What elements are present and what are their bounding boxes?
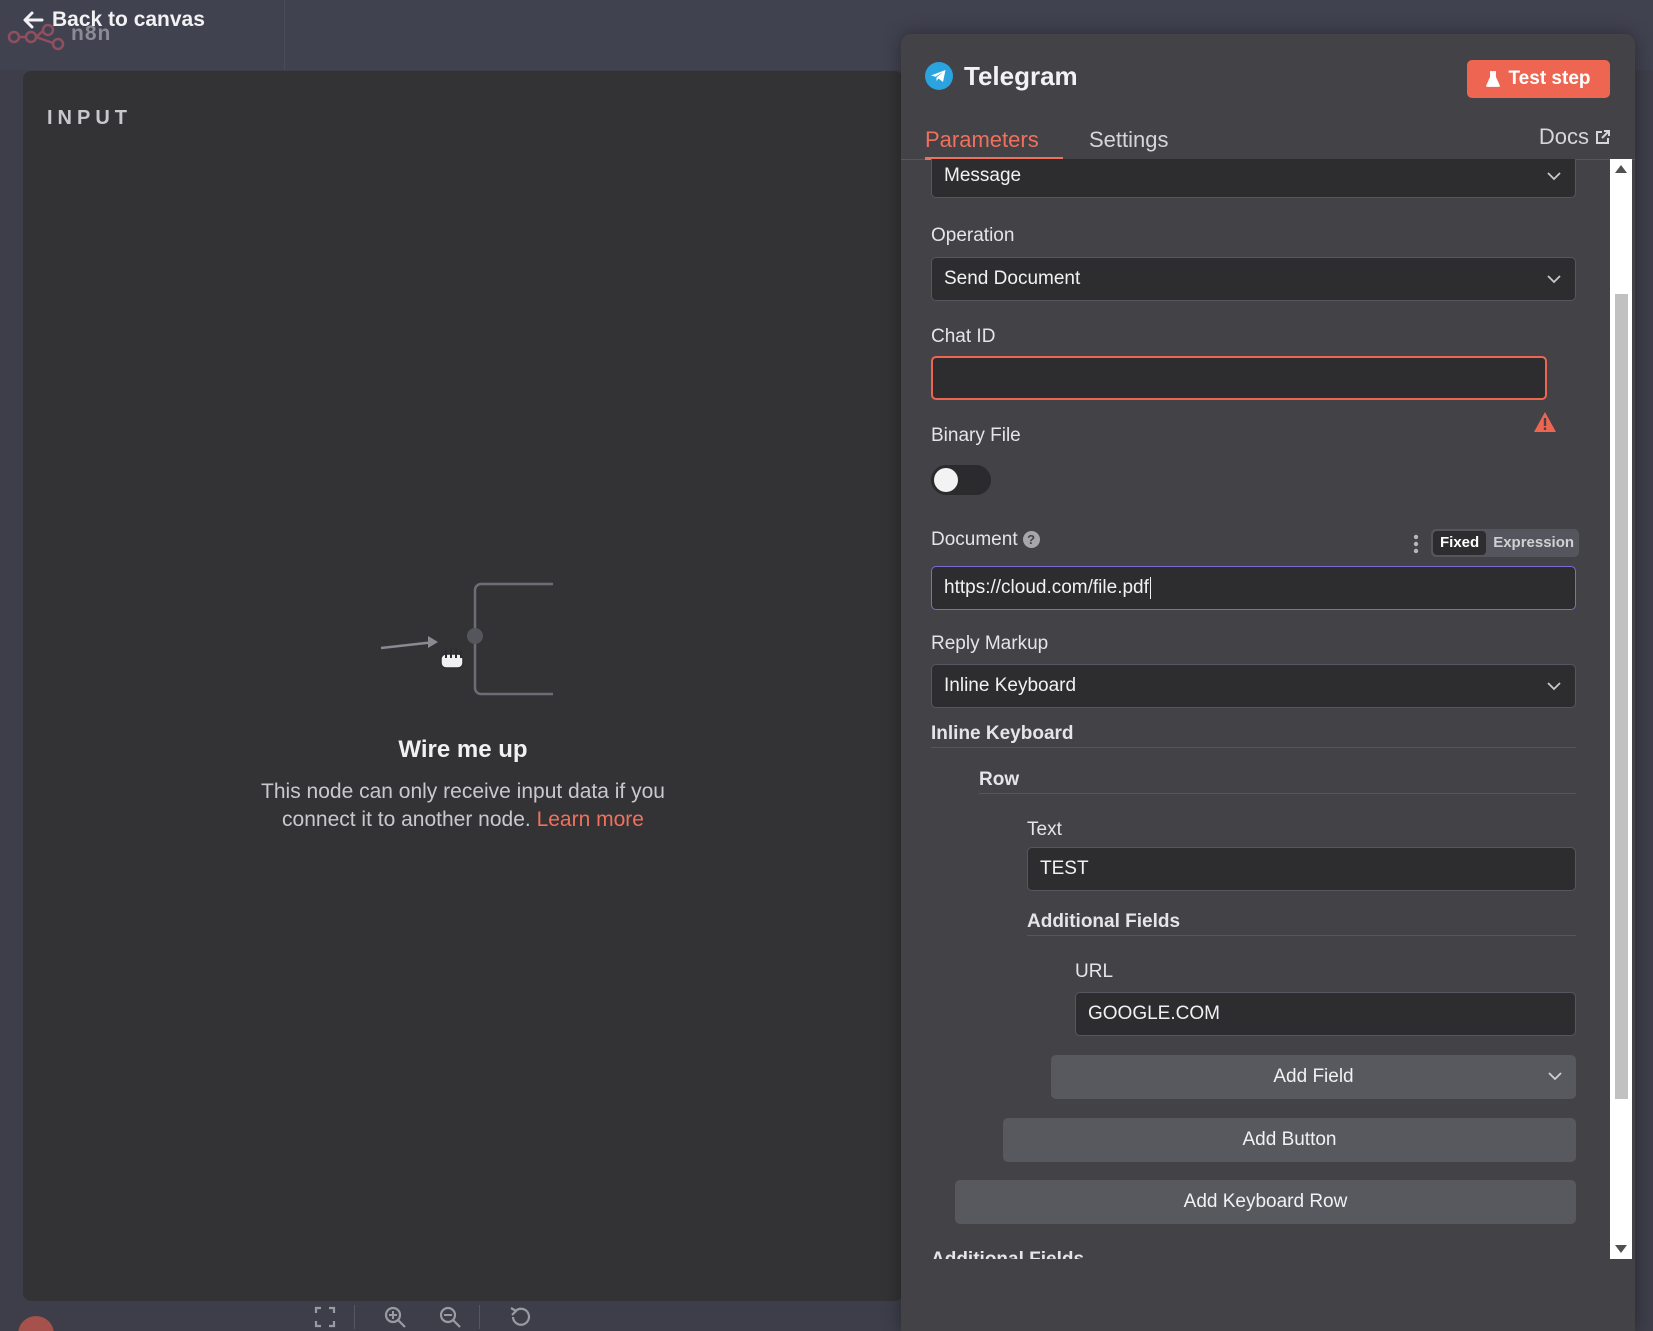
- mode-expression[interactable]: Expression: [1486, 531, 1581, 555]
- resource-select[interactable]: Message: [931, 159, 1576, 198]
- url-value: GOOGLE.COM: [1088, 1003, 1220, 1024]
- button-text-value: TEST: [1040, 858, 1089, 879]
- inline-keyboard-label: Inline Keyboard: [931, 723, 1074, 744]
- test-step-button[interactable]: Test step: [1467, 60, 1610, 98]
- tab-parameters[interactable]: Parameters: [925, 114, 1063, 160]
- node-header: Telegram Test step: [901, 34, 1635, 114]
- reply-markup-label: Reply Markup: [931, 633, 1049, 654]
- toolbar-divider: [354, 1305, 355, 1329]
- add-keyboard-row-button[interactable]: Add Keyboard Row: [955, 1180, 1576, 1224]
- warning-icon: [1534, 412, 1556, 432]
- more-options-icon[interactable]: [1413, 534, 1419, 554]
- add-keyboard-row-label: Add Keyboard Row: [1183, 1191, 1348, 1212]
- document-input[interactable]: https://cloud.com/file.pdf: [931, 566, 1576, 610]
- operation-value: Send Document: [944, 268, 1081, 289]
- empty-state-description: This node can only receive input data if…: [223, 778, 703, 834]
- mode-fixed[interactable]: Fixed: [1433, 531, 1487, 555]
- operation-select[interactable]: Send Document: [931, 257, 1576, 301]
- text-caret: [1149, 577, 1151, 599]
- add-button-button[interactable]: Add Button: [1003, 1118, 1576, 1162]
- button-text-input[interactable]: TEST: [1027, 847, 1576, 891]
- back-to-canvas-label: Back to canvas: [52, 8, 205, 31]
- help-icon[interactable]: ?: [1022, 531, 1040, 548]
- add-button-label: Add Button: [1242, 1129, 1337, 1150]
- scroll-down-icon[interactable]: [1615, 1245, 1627, 1253]
- operation-label: Operation: [931, 225, 1015, 246]
- url-input[interactable]: GOOGLE.COM: [1075, 992, 1576, 1036]
- section-divider: [931, 747, 1576, 748]
- avatar[interactable]: [18, 1316, 54, 1331]
- binary-file-label: Binary File: [931, 425, 1021, 446]
- node-tabs: Parameters Settings Docs: [901, 114, 1635, 160]
- add-field-label: Add Field: [1273, 1066, 1354, 1087]
- chevron-down-icon: [1547, 172, 1561, 181]
- node-details-panel: Telegram Test step Parameters Settings D…: [901, 34, 1635, 1331]
- docs-label: Docs: [1538, 124, 1589, 149]
- telegram-icon: [925, 62, 953, 90]
- fixed-expression-toggle: Fixed Expression: [1431, 529, 1579, 557]
- learn-more-link[interactable]: Learn more: [537, 808, 644, 831]
- node-title: Telegram: [964, 61, 1078, 91]
- zoom-out-icon[interactable]: [435, 1303, 465, 1331]
- section-divider: [1027, 935, 1576, 936]
- canvas-toolbar: [285, 1303, 905, 1331]
- wire-illustration-icon: [380, 582, 553, 696]
- reply-markup-select[interactable]: Inline Keyboard: [931, 664, 1576, 708]
- parameters-content: Message Operation Send Document Chat ID …: [901, 159, 1607, 1259]
- text-label: Text: [1027, 819, 1062, 840]
- test-step-label: Test step: [1508, 68, 1591, 89]
- additional-fields-label: Additional Fields: [1027, 911, 1181, 932]
- section-divider: [979, 793, 1576, 794]
- docs-link[interactable]: Docs: [1539, 114, 1611, 160]
- additional-fields-bottom-label: Additional Fields: [931, 1249, 1084, 1259]
- chevron-down-icon: [1547, 275, 1561, 284]
- scroll-up-icon[interactable]: [1615, 165, 1627, 173]
- toolbar-divider: [479, 1305, 480, 1329]
- reset-zoom-icon[interactable]: [505, 1303, 535, 1331]
- input-panel-title: INPUT: [47, 107, 132, 129]
- chat-id-input[interactable]: [931, 356, 1547, 400]
- external-link-icon: [1596, 130, 1610, 144]
- resource-value: Message: [944, 165, 1022, 186]
- chevron-down-icon: [1548, 1072, 1562, 1081]
- fit-view-icon[interactable]: [310, 1303, 340, 1331]
- document-label-row: Document?: [931, 529, 1040, 551]
- canvas-divider: [284, 0, 285, 70]
- input-panel: INPUT Wire me up This node can only rece…: [23, 71, 903, 1301]
- document-value: https://cloud.com/file.pdf: [944, 577, 1149, 598]
- url-label: URL: [1075, 961, 1114, 982]
- binary-file-toggle[interactable]: [931, 465, 991, 495]
- chat-id-label: Chat ID: [931, 326, 996, 347]
- row-label: Row: [979, 769, 1020, 790]
- document-label: Document: [931, 529, 1018, 550]
- flask-icon: [1486, 70, 1501, 87]
- back-to-canvas-link[interactable]: Back to canvas: [22, 6, 205, 34]
- chevron-down-icon: [1547, 682, 1561, 691]
- add-field-button[interactable]: Add Field: [1051, 1055, 1576, 1099]
- tab-settings[interactable]: Settings: [1089, 114, 1169, 160]
- toggle-knob: [934, 468, 958, 492]
- empty-state-title: Wire me up: [398, 736, 528, 763]
- scrollbar-thumb[interactable]: [1615, 294, 1628, 1099]
- reply-markup-value: Inline Keyboard: [944, 675, 1077, 696]
- zoom-in-icon[interactable]: [380, 1303, 410, 1331]
- parameters-scrollbar[interactable]: [1610, 159, 1632, 1259]
- arrow-left-icon: [23, 11, 44, 29]
